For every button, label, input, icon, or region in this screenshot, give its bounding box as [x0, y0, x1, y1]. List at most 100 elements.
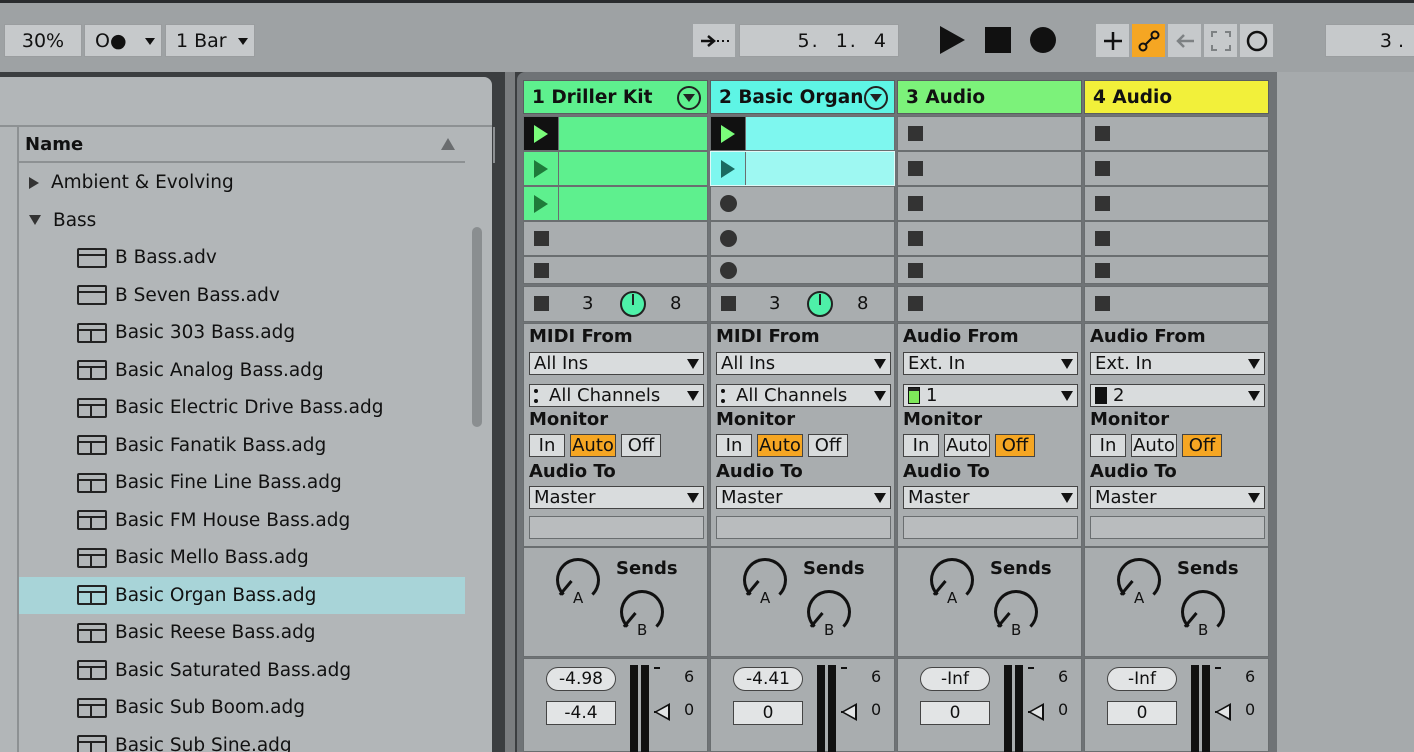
browser-item[interactable]: Basic Fine Line Bass.adg — [19, 464, 465, 502]
clip-slot[interactable] — [523, 221, 708, 256]
back-to-arrangement-button[interactable] — [1168, 24, 1201, 57]
clip-slot[interactable] — [523, 256, 708, 284]
clip-slot-button[interactable] — [711, 257, 745, 283]
track-title-bar[interactable]: 3 Audio — [897, 80, 1082, 114]
clip-record-icon[interactable] — [719, 230, 737, 247]
clip-record-icon[interactable] — [719, 195, 737, 212]
track-pan-field[interactable]: 0 — [733, 701, 803, 725]
clip-slot[interactable] — [897, 116, 1082, 151]
output-channel-chooser[interactable] — [716, 516, 891, 539]
volume-slider-handle-icon[interactable] — [1028, 703, 1044, 721]
clip-slot[interactable] — [1084, 221, 1269, 256]
browser-item[interactable]: Basic Reese Bass.adg — [19, 614, 465, 652]
clip-slot[interactable] — [523, 186, 708, 221]
browser-item[interactable]: Basic Analog Bass.adg — [19, 352, 465, 390]
track-title-bar[interactable]: 2 Basic Organ — [710, 80, 895, 114]
monitor-off-button[interactable]: Off — [621, 434, 661, 457]
output-type-chooser[interactable]: Master — [529, 486, 704, 509]
input-type-chooser[interactable]: Ext. In — [903, 352, 1078, 375]
clip-slot-button[interactable] — [898, 117, 932, 150]
clip-slot[interactable] — [1084, 186, 1269, 221]
clip[interactable] — [558, 117, 707, 150]
punch-in-button[interactable] — [693, 24, 735, 57]
clip-stop-icon[interactable] — [907, 126, 923, 141]
clip-slot[interactable] — [897, 256, 1082, 284]
track-title-bar[interactable]: 1 Driller Kit — [523, 80, 708, 114]
browser-item[interactable]: Basic Fanatik Bass.adg — [19, 427, 465, 465]
clip-slot[interactable] — [710, 186, 895, 221]
browser-item[interactable]: Basic Sub Sine.adg — [19, 727, 465, 752]
clip-slot-button[interactable] — [898, 187, 932, 220]
clip[interactable] — [745, 117, 894, 150]
input-type-chooser[interactable]: All Ins — [716, 352, 891, 375]
monitor-off-button[interactable]: Off — [1182, 434, 1222, 457]
quantize-chooser[interactable]: 1 Bar — [165, 24, 255, 57]
clip-slot-button[interactable] — [1085, 222, 1119, 255]
clip-launch-icon[interactable] — [534, 124, 548, 143]
overdub-button[interactable] — [1096, 24, 1129, 57]
track-pan-field[interactable]: 0 — [920, 701, 990, 725]
send-b-knob[interactable]: B — [1181, 590, 1225, 639]
clip-slot-button[interactable] — [1085, 257, 1119, 283]
clip-slot-button[interactable] — [711, 187, 745, 220]
browser-item[interactable]: Basic Saturated Bass.adg — [19, 652, 465, 690]
output-type-chooser[interactable]: Master — [903, 486, 1078, 509]
clip-slot-button[interactable] — [898, 257, 932, 283]
capture-midi-button[interactable] — [1204, 24, 1237, 57]
record-button[interactable] — [1023, 22, 1063, 58]
clip-slot[interactable] — [1084, 256, 1269, 284]
clip-stop-icon[interactable] — [1094, 196, 1110, 211]
fold-toggle-icon[interactable] — [864, 86, 888, 110]
clip-slot-button[interactable] — [524, 117, 558, 150]
browser-item[interactable]: Ambient & Evolving — [19, 164, 465, 202]
clip-slot-button[interactable] — [711, 117, 745, 150]
browser-item[interactable]: B Seven Bass.adv — [19, 277, 465, 315]
clip-stop-icon[interactable] — [907, 196, 923, 211]
track-stop-icon[interactable] — [908, 296, 923, 311]
arrangement-position-field[interactable]: 5. 1. 4 — [739, 24, 899, 57]
output-type-chooser[interactable]: Master — [716, 486, 891, 509]
browser-item[interactable]: Basic 303 Bass.adg — [19, 314, 465, 352]
output-type-chooser[interactable]: Master — [1090, 486, 1265, 509]
monitor-off-button[interactable]: Off — [995, 434, 1035, 457]
input-channel-chooser[interactable]: 1 — [903, 384, 1078, 407]
browser-item-selected[interactable]: Basic Organ Bass.adg — [19, 576, 465, 614]
clip-slot-button[interactable] — [898, 222, 932, 255]
track-pan-field[interactable]: -4.4 — [546, 701, 616, 725]
clip-launch-icon[interactable] — [534, 194, 548, 213]
track-volume-field[interactable]: -Inf — [1107, 667, 1177, 691]
monitor-auto-button[interactable]: Auto — [1131, 434, 1177, 457]
clip-stop-icon[interactable] — [907, 231, 923, 246]
volume-slider-handle-icon[interactable] — [654, 703, 670, 721]
clip-slot[interactable] — [710, 256, 895, 284]
stop-button[interactable] — [978, 22, 1018, 58]
browser-item[interactable]: Basic Sub Boom.adg — [19, 689, 465, 727]
input-type-chooser[interactable]: All Ins — [529, 352, 704, 375]
track-volume-field[interactable]: -4.41 — [733, 667, 803, 691]
clip-stop-icon[interactable] — [1094, 262, 1110, 278]
browser-item[interactable]: B Bass.adv — [19, 239, 465, 277]
output-channel-chooser[interactable] — [1090, 516, 1265, 539]
clip-slot[interactable] — [710, 221, 895, 256]
clip-record-icon[interactable] — [719, 261, 737, 279]
volume-slider-handle-icon[interactable] — [1215, 703, 1231, 721]
clip-slot-button[interactable] — [711, 152, 745, 185]
browser-scrollbar[interactable] — [472, 227, 482, 427]
output-channel-chooser[interactable] — [903, 516, 1078, 539]
clip-launch-icon[interactable] — [721, 159, 735, 178]
clip-slot-button[interactable] — [711, 222, 745, 255]
clip-slot-button[interactable] — [524, 187, 558, 220]
input-type-chooser[interactable]: Ext. In — [1090, 352, 1265, 375]
output-channel-chooser[interactable] — [529, 516, 704, 539]
monitor-off-button[interactable]: Off — [808, 434, 848, 457]
track-stop-icon[interactable] — [721, 296, 736, 311]
send-a-knob[interactable]: A — [743, 558, 787, 607]
input-channel-chooser[interactable]: All Channels — [529, 384, 704, 407]
expand-icon[interactable] — [29, 176, 39, 189]
clip-slot[interactable] — [897, 186, 1082, 221]
monitor-auto-button[interactable]: Auto — [757, 434, 803, 457]
track-stop-icon[interactable] — [534, 296, 549, 311]
track-volume-field[interactable]: -4.98 — [546, 667, 616, 691]
clip-slot[interactable] — [1084, 116, 1269, 151]
clip[interactable] — [745, 152, 894, 185]
